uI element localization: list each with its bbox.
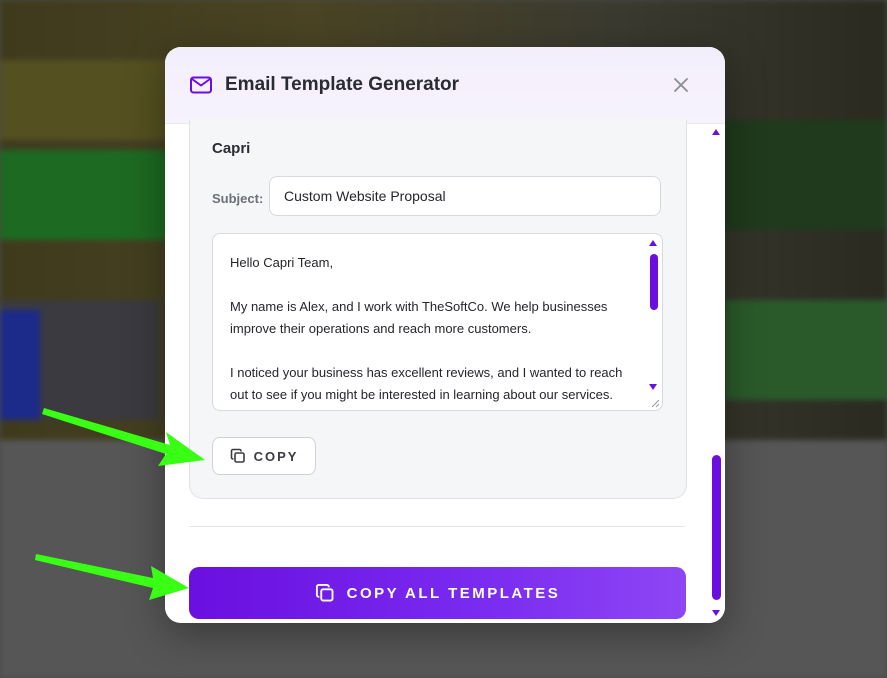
background-shape <box>0 150 170 240</box>
email-template-modal: Email Template Generator Capri Subject: … <box>165 47 725 623</box>
resize-handle-icon[interactable] <box>650 398 660 408</box>
annotation-arrow-icon <box>42 408 205 466</box>
subject-label: Subject: <box>212 191 264 206</box>
modal-scrollbar-thumb[interactable] <box>712 455 721 600</box>
annotation-arrow-icon <box>35 554 189 600</box>
modal-title: Email Template Generator <box>225 74 460 95</box>
email-body-text: Hello Capri Team, My name is Alex, and I… <box>230 255 623 402</box>
scroll-up-arrow-icon[interactable] <box>649 240 657 246</box>
modal-body[interactable]: Capri Subject: Hello Capri Team, My name… <box>165 120 725 623</box>
divider <box>189 526 685 527</box>
subject-input[interactable] <box>269 176 661 216</box>
scroll-down-arrow-icon[interactable] <box>649 384 657 390</box>
background-shape <box>725 300 887 400</box>
textarea-scrollbar-thumb[interactable] <box>650 254 658 310</box>
copy-all-templates-label: COPY ALL TEMPLATES <box>346 584 561 602</box>
copy-button-label: COPY <box>253 448 299 464</box>
scroll-up-arrow-icon[interactable] <box>712 129 720 135</box>
close-icon[interactable] <box>671 75 691 95</box>
template-company-name: Capri <box>212 140 251 157</box>
background-shape <box>0 310 40 420</box>
template-card: Capri Subject: Hello Capri Team, My name… <box>189 120 687 499</box>
copy-icon <box>230 448 245 463</box>
copy-all-templates-button[interactable]: COPY ALL TEMPLATES <box>189 567 686 619</box>
background-shape <box>0 60 170 140</box>
copy-icon <box>315 583 334 602</box>
mail-icon <box>190 76 212 94</box>
copy-button[interactable]: COPY <box>212 437 316 475</box>
background-shape <box>720 120 887 230</box>
scroll-down-arrow-icon[interactable] <box>712 610 720 616</box>
modal-header: Email Template Generator <box>165 47 725 124</box>
email-body-textarea[interactable]: Hello Capri Team, My name is Alex, and I… <box>212 233 663 411</box>
